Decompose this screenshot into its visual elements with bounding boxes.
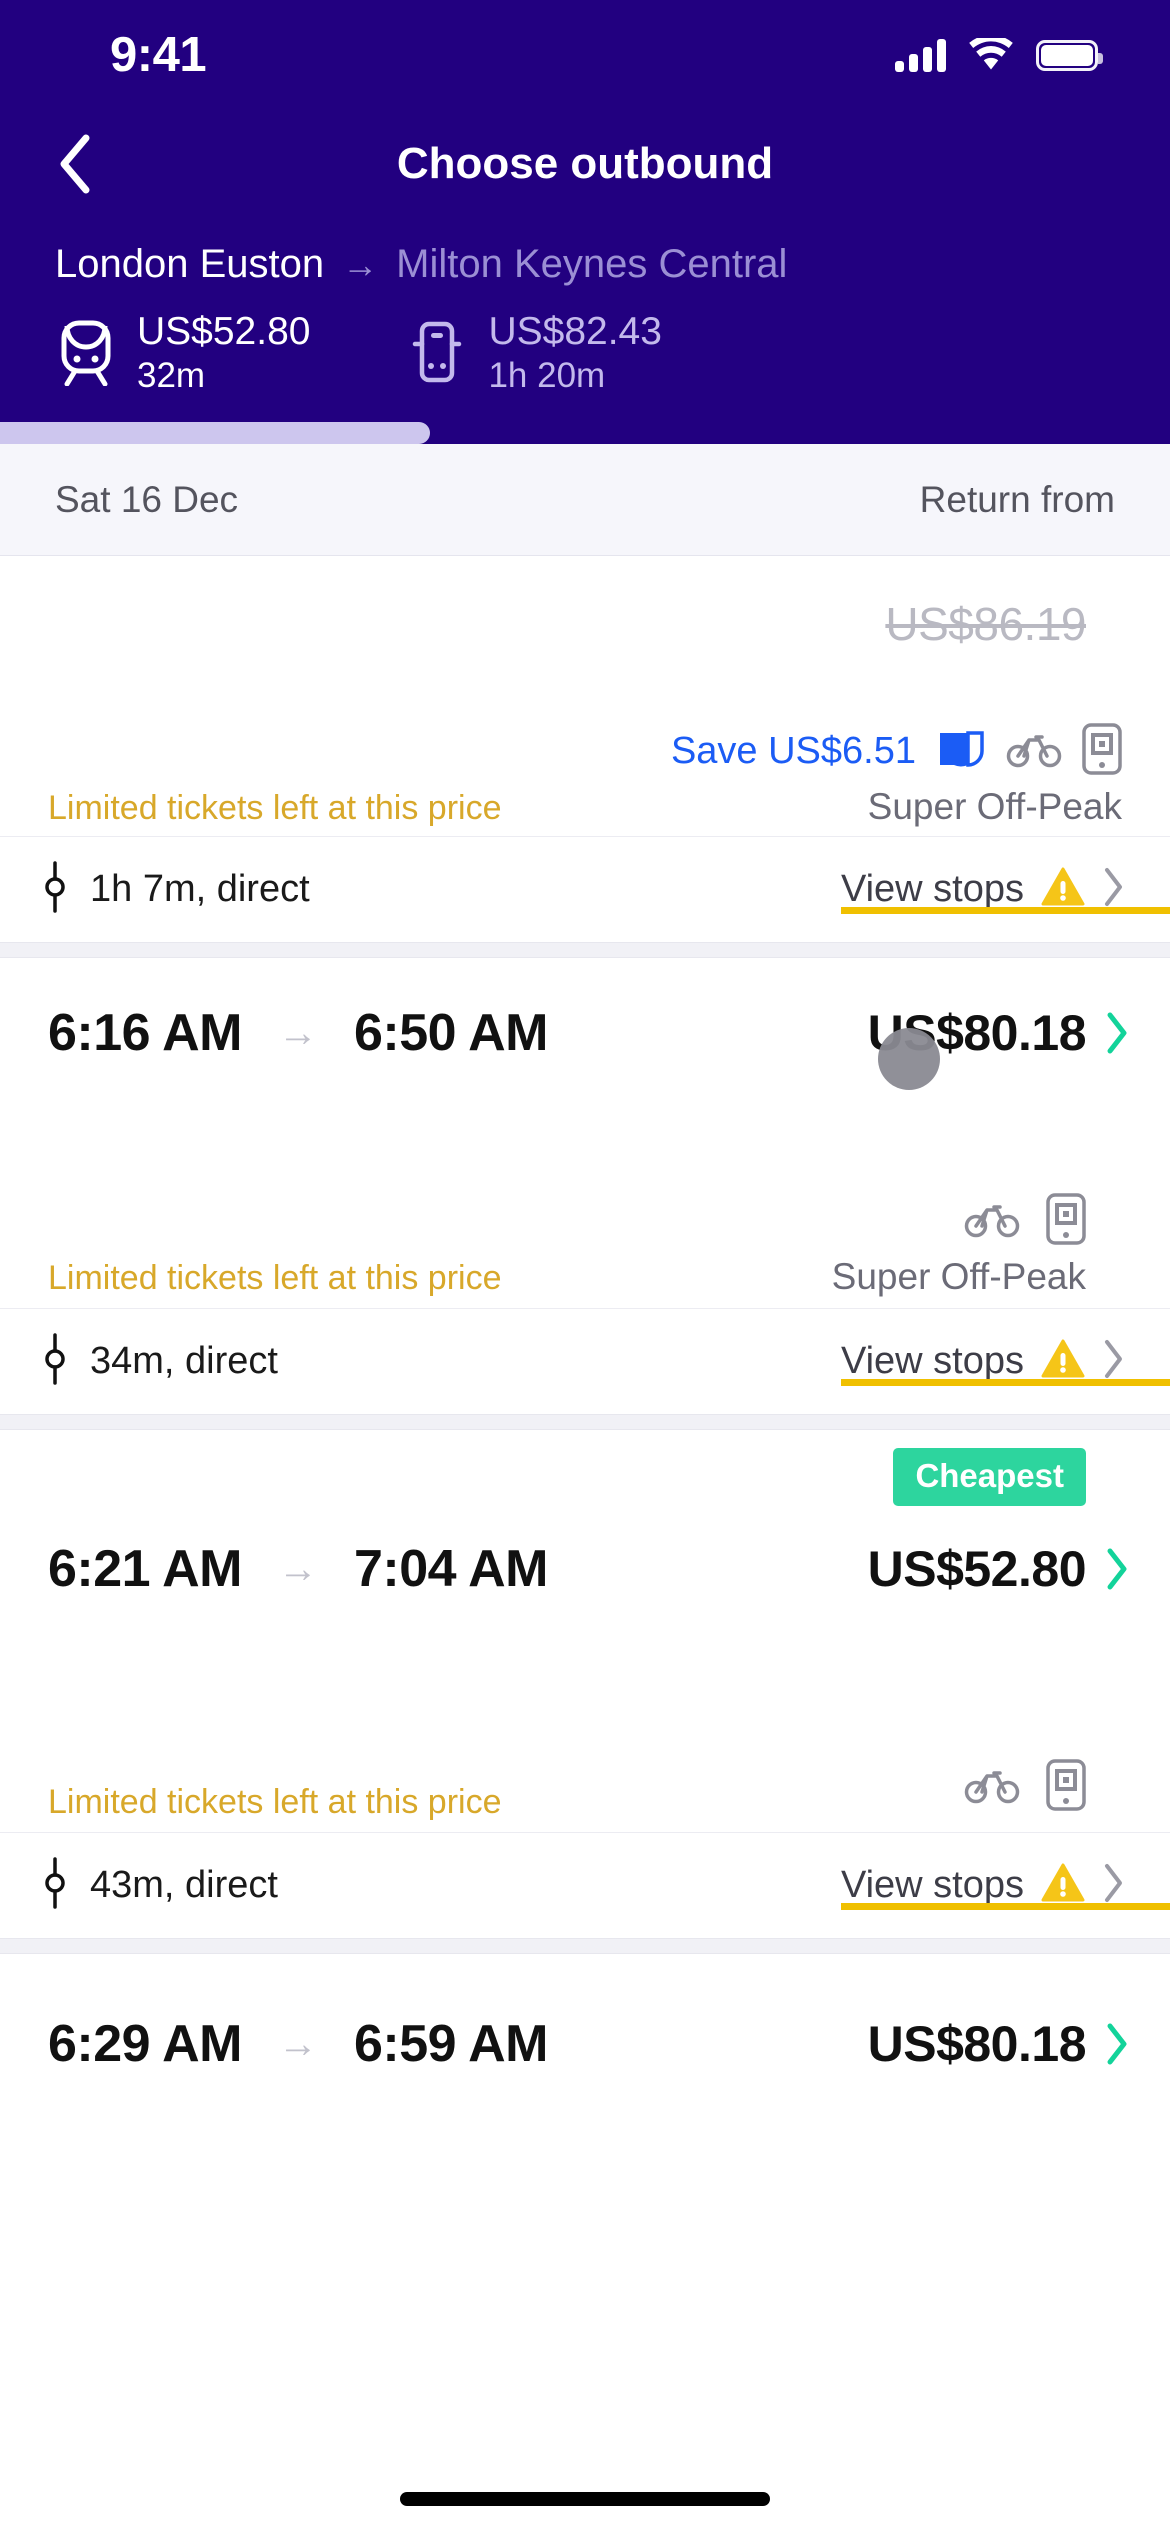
view-stops-label: View stops <box>840 1864 1024 1907</box>
app-header: 9:41 Choose outbound London Euston → Mil… <box>0 0 1170 445</box>
chevron-right-icon[interactable] <box>1104 1547 1130 1591</box>
battery-icon <box>1036 39 1103 71</box>
journey-duration: 43m, direct <box>90 1864 278 1907</box>
journey-result-row[interactable]: Cheapest 6:21 AM → 7:04 AM US$52.80 Limi… <box>0 1430 1170 1939</box>
journey-duration-icon <box>40 861 70 918</box>
chevron-right-icon <box>1102 1862 1126 1909</box>
time-arrow-icon: → <box>277 2022 318 2067</box>
view-stops-row[interactable]: 34m, direct View stops <box>0 1308 1170 1414</box>
limited-tickets-note: Limited tickets left at this price <box>48 789 502 828</box>
phone-screen: 9:41 Choose outbound London Euston → Mil… <box>0 0 1170 2532</box>
chevron-right-icon[interactable] <box>1104 1011 1130 1055</box>
arrive-time: 7:04 AM <box>353 1540 548 1599</box>
split-ticket-icon <box>936 729 986 774</box>
perk-icons <box>964 1193 1086 1250</box>
return-from-label[interactable]: Return from <box>920 479 1115 521</box>
journey-duration: 1h 7m, direct <box>90 868 310 911</box>
status-bar: 9:41 <box>0 0 1170 110</box>
result-separator <box>0 1938 1170 1955</box>
perk-icons <box>964 1759 1086 1816</box>
view-stops-underline <box>840 907 1170 915</box>
mode-tab-bus[interactable]: US$82.43 1h 20m <box>406 309 662 396</box>
page-title: Choose outbound <box>396 139 774 188</box>
train-icon <box>55 317 117 389</box>
status-bar-icons <box>895 38 1103 72</box>
journey-price: US$80.18 <box>867 2016 1087 2073</box>
result-separator <box>0 942 1170 959</box>
arrive-time: 6:50 AM <box>353 1004 548 1063</box>
journey-result-row[interactable]: 6:29 AM → 6:59 AM US$80.18 <box>0 1954 1170 2105</box>
journey-price: US$52.80 <box>867 1541 1087 1598</box>
journey-times-clipped <box>0 556 1170 588</box>
journey-result-row[interactable]: 6:16 AM → 6:50 AM US$80.18 Limited ticke… <box>0 958 1170 1415</box>
journey-duration: 34m, direct <box>90 1340 278 1383</box>
journey-result-row[interactable]: US$86.19 Limited tickets left at this pr… <box>0 556 1170 943</box>
outbound-date[interactable]: Sat 16 Dec <box>55 479 238 521</box>
tab-progress-fill <box>0 422 430 445</box>
wifi-icon <box>968 38 1014 72</box>
view-stops-underline <box>840 1903 1170 1911</box>
view-stops-row[interactable]: 1h 7m, direct View stops <box>0 836 1170 942</box>
view-stops-label: View stops <box>840 868 1024 911</box>
split-save-line[interactable]: Save US$6.51 <box>671 723 1122 780</box>
navigation-bar: Choose outbound <box>0 110 1170 218</box>
chevron-right-icon <box>1102 866 1126 913</box>
mode-bus-duration: 1h 20m <box>488 356 606 396</box>
mobile-ticket-icon <box>1046 1193 1086 1250</box>
original-price: US$86.19 <box>885 598 1086 651</box>
depart-time: 6:29 AM <box>48 2015 242 2074</box>
bicycle-icon <box>964 1199 1020 1244</box>
view-stops-label: View stops <box>840 1340 1024 1383</box>
mode-bus-price: US$82.43 <box>488 310 662 353</box>
back-button[interactable] <box>40 129 110 199</box>
view-stops-underline <box>840 1379 1170 1387</box>
mode-train-duration: 32m <box>137 356 206 396</box>
tab-progress-indicator <box>0 422 1170 445</box>
result-separator <box>0 1414 1170 1431</box>
limited-tickets-note: Limited tickets left at this price <box>48 1783 502 1822</box>
chevron-right-icon[interactable] <box>1104 2022 1130 2066</box>
bicycle-icon <box>964 1765 1020 1810</box>
fare-type-label: Super Off-Peak <box>867 786 1122 828</box>
date-filter-bar: Sat 16 Dec Return from <box>0 444 1170 557</box>
mode-train-price: US$52.80 <box>137 310 311 353</box>
warning-triangle-icon <box>1040 1862 1086 1909</box>
status-bar-time: 9:41 <box>110 28 207 82</box>
bus-icon <box>406 317 468 389</box>
chevron-right-icon <box>1102 1338 1126 1385</box>
view-stops-row[interactable]: 43m, direct View stops <box>0 1832 1170 1938</box>
route-origin: London Euston <box>55 242 325 286</box>
warning-triangle-icon <box>1040 1338 1086 1385</box>
home-indicator <box>400 2492 770 2506</box>
mobile-ticket-icon <box>1046 1759 1086 1816</box>
journey-duration-icon <box>40 1857 70 1914</box>
bicycle-icon <box>1006 729 1062 774</box>
fare-type-label: Super Off-Peak <box>831 1256 1086 1298</box>
depart-time: 6:21 AM <box>48 1540 242 1599</box>
transport-mode-tabs: US$52.80 32m US$82.43 1h 20m <box>0 287 1170 396</box>
journey-duration-icon <box>40 1333 70 1390</box>
status-badge: Cheapest <box>893 1448 1086 1507</box>
journey-price: US$80.18 <box>867 1005 1087 1062</box>
save-amount-label: Save US$6.51 <box>670 730 916 773</box>
limited-tickets-note: Limited tickets left at this price <box>48 1259 502 1298</box>
journey-results-list: US$86.19 Limited tickets left at this pr… <box>0 556 1170 2105</box>
route-destination: Milton Keynes Central <box>396 242 788 286</box>
route-summary[interactable]: London Euston → Milton Keynes Central <box>0 218 1170 287</box>
mobile-ticket-icon <box>1082 723 1122 780</box>
depart-time: 6:16 AM <box>48 1004 242 1063</box>
mode-tab-train[interactable]: US$52.80 32m <box>55 309 310 396</box>
time-arrow-icon: → <box>277 1011 318 1056</box>
warning-triangle-icon <box>1040 866 1086 913</box>
cellular-signal-icon <box>895 38 946 72</box>
time-arrow-icon: → <box>277 1547 318 1592</box>
arrive-time: 6:59 AM <box>353 2015 548 2074</box>
route-arrow-icon: → <box>342 243 379 285</box>
